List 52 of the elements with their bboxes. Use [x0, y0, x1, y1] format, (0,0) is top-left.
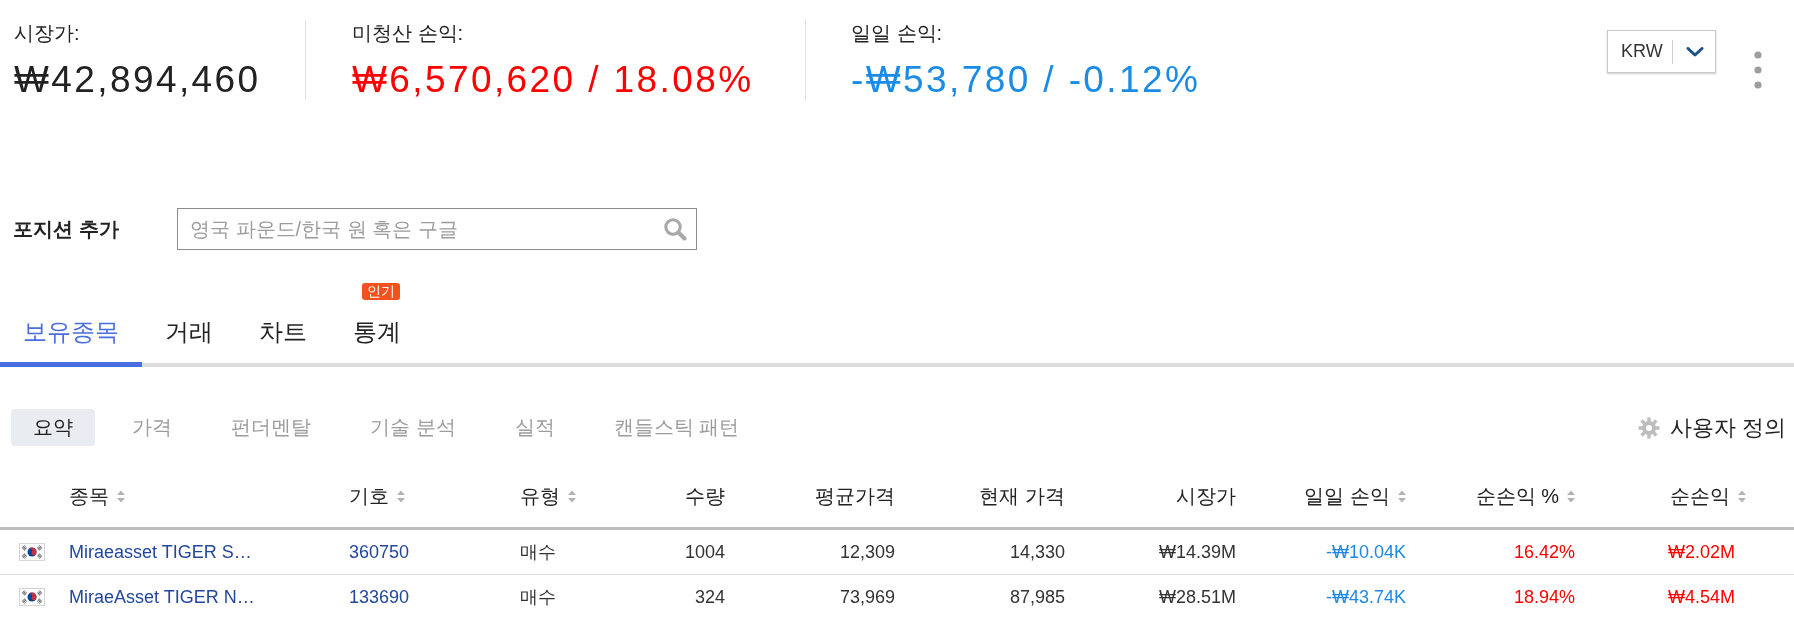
order-type-text: 매수 — [520, 541, 556, 564]
quantity-text: 1004 — [684, 541, 725, 563]
column-header: 평균가격 — [815, 484, 895, 509]
stock-name-link[interactable]: Miraeasset TIGER S… — [69, 541, 252, 563]
popular-badge: 인기 — [362, 283, 400, 300]
currency-dropdown[interactable]: KRW — [1607, 30, 1716, 73]
column-header: 수량 — [685, 484, 725, 509]
symbol-link[interactable]: 360750 — [349, 541, 410, 563]
current-price-text: 14,330 — [1009, 541, 1065, 563]
customize-button[interactable]: 사용자 정의 — [1637, 413, 1786, 442]
order-type-text: 매수 — [520, 586, 556, 609]
column-header[interactable]: 기호 — [349, 483, 405, 510]
summary-label: 미청산 손익: — [352, 21, 464, 46]
quantity-text: 324 — [694, 586, 725, 608]
chevron-down-icon — [1685, 46, 1704, 57]
tab[interactable]: 차트 — [236, 301, 330, 367]
column-header[interactable]: 유형 — [520, 483, 576, 510]
summary-value: -₩53,780 / -0.12% — [851, 60, 1201, 100]
column-header: 현재 가격 — [979, 484, 1065, 509]
summary-value: ₩6,570,620 / 18.08% — [352, 60, 754, 100]
market-value-text: ₩28.51M — [1158, 586, 1236, 608]
tab[interactable]: 거래 — [142, 301, 236, 367]
field-label: 포지션 추가 — [13, 216, 120, 242]
column-header[interactable]: 순손익 — [1670, 483, 1746, 510]
more-options-icon[interactable] — [1754, 51, 1762, 89]
flag-icon — [19, 588, 45, 606]
net-profit-loss-text: ₩2.02M — [1667, 541, 1736, 563]
summary-label: 시장가: — [14, 21, 80, 46]
market-value-text: ₩14.39M — [1158, 541, 1236, 563]
search-icon[interactable] — [663, 217, 687, 241]
column-header: 시장가 — [1176, 484, 1236, 509]
current-price-text: 87,985 — [1009, 586, 1065, 608]
average-price-text: 12,309 — [839, 541, 895, 563]
average-price-text: 73,969 — [839, 586, 895, 608]
flag-icon — [19, 543, 45, 561]
tab[interactable]: 통계 — [330, 301, 424, 367]
column-header[interactable]: 일일 손익 — [1304, 483, 1406, 510]
net-profit-loss-percent-text: 16.42% — [1513, 541, 1575, 563]
settings-icon — [1637, 416, 1660, 439]
symbol-link[interactable]: 133690 — [349, 586, 410, 608]
view-tab[interactable]: 요약 — [11, 409, 95, 446]
summary-value: ₩42,894,460 — [14, 60, 261, 100]
stock-name-link[interactable]: MiraeAsset TIGER N… — [69, 586, 255, 608]
column-header[interactable]: 종목 — [69, 483, 125, 510]
daily-profit-loss-text: -₩10.04K — [1325, 541, 1406, 563]
column-header[interactable]: 순손익 % — [1475, 483, 1575, 510]
summary-label: 일일 손익: — [851, 21, 943, 46]
daily-profit-loss-text: -₩43.74K — [1325, 586, 1406, 608]
net-profit-loss-text: ₩4.54M — [1667, 586, 1736, 608]
net-profit-loss-percent-text: 18.94% — [1513, 586, 1575, 608]
tab[interactable]: 보유종목 — [0, 301, 142, 367]
search-field[interactable]: 영국 파운드/한국 원 혹은 구글 — [177, 208, 697, 250]
